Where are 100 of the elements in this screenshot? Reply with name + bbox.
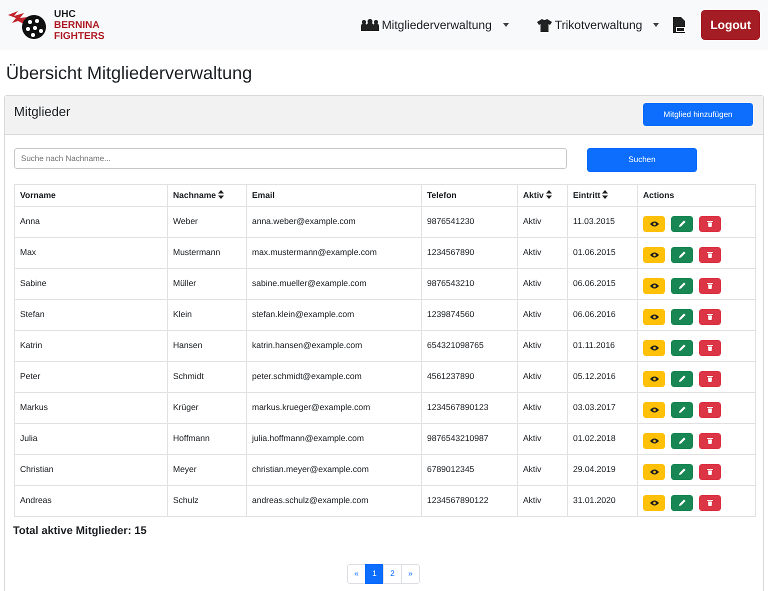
card-title: Mitglieder bbox=[14, 103, 70, 121]
edit-button[interactable] bbox=[671, 402, 693, 418]
view-button[interactable] bbox=[643, 371, 665, 388]
table-cell: Julia bbox=[14, 424, 168, 454]
table-cell: 6789012345 bbox=[422, 454, 518, 486]
logout-button[interactable]: Logout bbox=[701, 10, 760, 40]
table-cell: Max bbox=[14, 238, 168, 268]
table-cell: anna.weber@example.com bbox=[246, 206, 422, 238]
delete-button[interactable] bbox=[699, 308, 721, 325]
delete-button[interactable] bbox=[699, 494, 721, 511]
eye-icon bbox=[650, 469, 658, 476]
table-cell: 9876543210 bbox=[422, 268, 518, 300]
view-button[interactable] bbox=[643, 433, 665, 450]
delete-button[interactable] bbox=[699, 278, 721, 294]
trash-icon bbox=[707, 375, 713, 382]
trash-icon bbox=[707, 468, 713, 476]
page-link[interactable]: 2 bbox=[383, 564, 402, 584]
add-member-button[interactable]: Mitglied hinzufügen bbox=[643, 103, 753, 126]
edit-button[interactable] bbox=[671, 308, 693, 325]
pencil-icon bbox=[678, 406, 686, 414]
sort-icon[interactable] bbox=[218, 190, 224, 200]
table-cell: Aktiv bbox=[518, 330, 568, 362]
delete-button[interactable] bbox=[699, 340, 721, 356]
column-header: Vorname bbox=[20, 190, 56, 200]
edit-button[interactable] bbox=[671, 464, 693, 480]
table-cell: 31.01.2020 bbox=[568, 486, 638, 516]
table-cell: 4561237890 bbox=[422, 362, 518, 392]
edit-button[interactable] bbox=[671, 340, 693, 356]
brand-text: UHC bbox=[54, 8, 77, 20]
delete-button[interactable] bbox=[699, 464, 721, 480]
pencil-icon bbox=[678, 437, 686, 444]
table-cell: 1234567890 bbox=[422, 238, 518, 268]
eye-icon bbox=[650, 438, 658, 444]
table-cell: christian.meyer@example.com bbox=[246, 454, 422, 486]
table-cell: Aktiv bbox=[518, 238, 568, 268]
table-cell: Aktiv bbox=[518, 454, 568, 486]
sort-icon[interactable] bbox=[546, 190, 552, 200]
delete-button[interactable] bbox=[699, 216, 721, 232]
eye-icon bbox=[650, 283, 658, 290]
nav-dropdown[interactable]: Mitgliederverwaltung bbox=[354, 15, 515, 35]
trash-icon bbox=[707, 499, 713, 506]
trash-icon bbox=[707, 282, 713, 290]
edit-button[interactable] bbox=[671, 278, 693, 294]
pencil-icon bbox=[678, 313, 686, 320]
people-icon bbox=[360, 19, 379, 31]
eye-icon bbox=[650, 500, 658, 506]
edit-button[interactable] bbox=[671, 246, 693, 263]
page-link[interactable]: » bbox=[401, 564, 420, 584]
page-link[interactable]: « bbox=[347, 564, 366, 584]
table-cell: Mustermann bbox=[168, 238, 246, 268]
delete-button[interactable] bbox=[699, 402, 721, 418]
view-button[interactable] bbox=[643, 216, 665, 232]
edit-button[interactable] bbox=[671, 216, 693, 232]
edit-button[interactable] bbox=[671, 432, 693, 449]
table-cell: 11.03.2015 bbox=[568, 206, 638, 238]
column-header[interactable]: Eintritt bbox=[573, 190, 600, 200]
table-cell: andreas.schulz@example.com bbox=[246, 486, 422, 516]
table-cell: 1234567890123 bbox=[422, 392, 518, 424]
table-cell: 654321098765 bbox=[422, 330, 518, 362]
table-cell: Krüger bbox=[168, 392, 246, 424]
view-button[interactable] bbox=[643, 340, 665, 356]
table-cell: markus.krueger@example.com bbox=[246, 392, 422, 424]
table-cell: Aktiv bbox=[518, 300, 568, 330]
page-link[interactable]: 1 bbox=[365, 564, 384, 584]
csv-file-icon[interactable] bbox=[673, 17, 686, 33]
table-cell: 05.12.2016 bbox=[568, 362, 638, 392]
table-cell: 9876543210987 bbox=[422, 424, 518, 454]
table-cell: Klein bbox=[168, 300, 246, 330]
brand-text: FIGHTERS bbox=[54, 30, 105, 42]
table-cell: katrin.hansen@example.com bbox=[246, 330, 422, 362]
table-cell: peter.schmidt@example.com bbox=[246, 362, 422, 392]
table-cell: Müller bbox=[168, 268, 246, 300]
search-field[interactable]: Suche nach Nachname... bbox=[14, 148, 567, 168]
eye-icon bbox=[650, 345, 658, 352]
view-button[interactable] bbox=[643, 309, 665, 326]
sort-icon[interactable] bbox=[602, 190, 608, 200]
view-button[interactable] bbox=[643, 495, 665, 512]
pencil-icon bbox=[678, 468, 686, 476]
table-cell: Aktiv bbox=[518, 206, 568, 238]
trash-icon bbox=[707, 344, 713, 352]
table-cell: Weber bbox=[168, 206, 246, 238]
view-button[interactable] bbox=[643, 402, 665, 418]
nav-dropdown[interactable]: Trikotverwaltung bbox=[530, 15, 666, 35]
pencil-icon bbox=[678, 282, 686, 290]
trash-icon bbox=[707, 313, 713, 320]
brand-text: BERNINA bbox=[54, 20, 101, 30]
column-header: Actions bbox=[643, 190, 674, 200]
search-button[interactable]: Suchen bbox=[587, 148, 697, 172]
eye-icon bbox=[650, 407, 658, 414]
delete-button[interactable] bbox=[699, 246, 721, 263]
table-cell: Anna bbox=[14, 206, 168, 238]
view-button[interactable] bbox=[643, 278, 665, 294]
view-button[interactable] bbox=[643, 247, 665, 264]
edit-button[interactable] bbox=[671, 370, 693, 387]
table-cell: Hansen bbox=[168, 330, 246, 362]
delete-button[interactable] bbox=[699, 432, 721, 449]
delete-button[interactable] bbox=[699, 370, 721, 387]
edit-button[interactable] bbox=[671, 494, 693, 511]
table-cell: 1234567890122 bbox=[422, 486, 518, 516]
view-button[interactable] bbox=[643, 464, 665, 480]
